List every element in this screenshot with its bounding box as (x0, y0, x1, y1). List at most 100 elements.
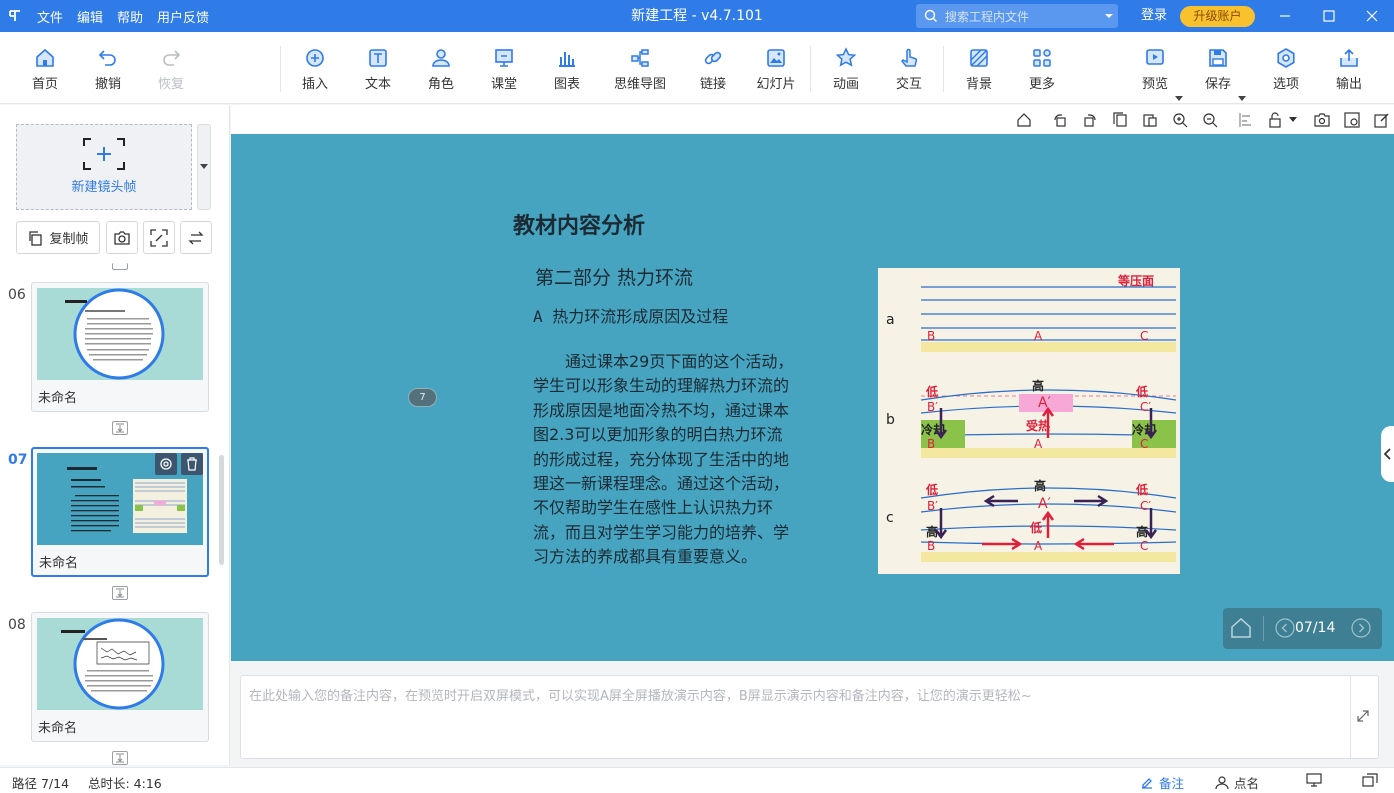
grid-icon (1033, 49, 1051, 67)
expand-icon[interactable] (1356, 709, 1370, 723)
classroom-icon (495, 49, 513, 67)
paste-icon[interactable] (1141, 111, 1159, 129)
slide-subtitle[interactable]: 第二部分 热力环流 (535, 263, 693, 290)
edit-icon[interactable] (1373, 111, 1391, 129)
options-button[interactable]: 选项 (1256, 46, 1316, 92)
animation-button[interactable]: 动画 (816, 46, 876, 92)
slide-number: 06 (8, 287, 26, 303)
switch-order-button[interactable] (180, 221, 212, 254)
slide-thumbnail-07-active[interactable]: 未命名 (31, 447, 209, 577)
background-button[interactable]: 背景 (949, 46, 1009, 92)
play-icon (1146, 49, 1164, 65)
save-chevron-down-icon[interactable] (1238, 96, 1246, 102)
menu-file[interactable]: 文件 (30, 7, 70, 26)
redo-button[interactable]: 恢复 (141, 46, 201, 92)
maximize-button[interactable] (1314, 0, 1344, 32)
interact-label: 交互 (895, 77, 922, 92)
home-view-icon[interactable] (1015, 111, 1033, 129)
point-label: C (1140, 539, 1148, 553)
expand-right-panel-button[interactable] (1381, 426, 1394, 482)
prev-icon[interactable] (1275, 618, 1295, 638)
point-label: B (927, 437, 935, 451)
chart-button[interactable]: 图表 (537, 46, 597, 92)
home-icon (36, 48, 54, 67)
nav-divider (1263, 616, 1264, 641)
menu-edit[interactable]: 编辑 (70, 7, 110, 26)
zoom-out-icon[interactable] (1201, 111, 1219, 129)
playback-nav: 07/14 (1223, 608, 1382, 649)
text-button[interactable]: 文本 (348, 46, 408, 92)
menu-feedback[interactable]: 用户反馈 (150, 7, 216, 26)
new-frame-dropdown[interactable] (197, 124, 211, 210)
close-button[interactable] (1357, 0, 1387, 32)
slide-section-heading[interactable]: A 热力环流形成原因及过程 (533, 303, 728, 327)
transition-icon[interactable] (112, 751, 128, 765)
delete-frame-button[interactable] (181, 453, 203, 475)
notes-input[interactable]: 在此处输入您的备注内容，在预览时开启双屏模式，可以实现A屏全屏播放演示内容，B屏… (240, 675, 1379, 759)
path-marker[interactable]: 7 (408, 388, 437, 407)
copy-frame-button[interactable]: 复制帧 (16, 221, 100, 254)
project-search-input[interactable]: 搜索工程内文件 (916, 4, 1118, 28)
slide-thumbnail-06[interactable]: 未命名 (31, 282, 209, 412)
chevron-down-icon[interactable] (1100, 9, 1118, 23)
frame-list-scrollbar[interactable] (219, 455, 224, 565)
frame-settings-button[interactable] (155, 453, 177, 475)
screenshot-icon[interactable] (1313, 111, 1331, 129)
slide-name: 未命名 (39, 556, 79, 571)
interact-button[interactable]: 交互 (879, 46, 939, 92)
edit-icon (1142, 777, 1152, 789)
rotate-right-icon[interactable] (1081, 111, 1099, 129)
preview-chevron-down-icon[interactable] (1175, 96, 1183, 102)
transition-icon[interactable] (112, 586, 128, 600)
frame-crop-button[interactable] (143, 221, 175, 254)
slideshow-button[interactable]: 幻灯片 (746, 46, 806, 92)
high-label: 高 (1034, 478, 1046, 493)
new-frame-button[interactable]: 新建镜头帧 (16, 124, 192, 210)
preview-button[interactable]: 预览 (1125, 46, 1185, 92)
lock-dropdown-icon[interactable] (1284, 111, 1302, 129)
menu-help[interactable]: 帮助 (110, 7, 150, 26)
export-button[interactable]: 输出 (1319, 46, 1379, 92)
transition-icon[interactable] (112, 263, 128, 270)
slide-name: 未命名 (38, 721, 78, 736)
login-link[interactable]: 登录 (1141, 0, 1167, 32)
next-icon[interactable] (1351, 618, 1371, 638)
link-button[interactable]: 链接 (683, 46, 743, 92)
transition-icon[interactable] (112, 421, 128, 435)
snapshot-button[interactable] (106, 221, 138, 254)
more-button[interactable]: 更多 (1012, 46, 1072, 92)
image-settings-icon[interactable] (1343, 111, 1361, 129)
home-icon[interactable] (1230, 618, 1252, 638)
slide-body-text[interactable]: 通过课本29页下面的这个活动，学生可以形象生动的理解热力环流的形成原因是地面冷热… (533, 350, 795, 570)
save-button[interactable]: 保存 (1188, 46, 1248, 92)
add-frame-icon (83, 138, 125, 170)
image-icon (767, 49, 785, 67)
path-status: 路径 7/14 (12, 776, 70, 791)
align-left-icon[interactable] (1237, 111, 1255, 129)
undo-button[interactable]: 撤销 (78, 46, 138, 92)
classroom-button[interactable]: 课堂 (474, 46, 534, 92)
screen-icon[interactable] (1306, 773, 1322, 787)
notes-toggle-button[interactable]: 备注 (1140, 773, 1184, 792)
slide-title[interactable]: 教材内容分析 (513, 208, 645, 240)
mindmap-button[interactable]: 思维导图 (605, 46, 675, 92)
rollcall-button[interactable]: 点名 (1215, 773, 1259, 792)
rotate-left-icon[interactable] (1051, 111, 1069, 129)
text-label: 文本 (364, 77, 391, 92)
slide-canvas[interactable]: 教材内容分析 第二部分 热力环流 A 热力环流形成原因及过程 通过课本29页下面… (231, 134, 1394, 661)
upgrade-account-button[interactable]: 升级账户 (1180, 6, 1255, 27)
zoom-in-icon[interactable] (1171, 111, 1189, 129)
point-label: B′ (927, 499, 938, 513)
thermal-circulation-figure[interactable]: 等压面 a B A C b 高 低 低 B′ A′ C′ 冷却 冷却 受热 B … (878, 268, 1180, 574)
mindmap-label: 思维导图 (613, 77, 666, 92)
home-button[interactable]: 首页 (15, 46, 75, 92)
insert-button[interactable]: 插入 (285, 46, 345, 92)
duplicate-icon[interactable] (1111, 111, 1129, 129)
role-button[interactable]: 角色 (411, 46, 471, 92)
animation-label: 动画 (832, 77, 859, 92)
minimize-button[interactable] (1270, 0, 1300, 32)
lock-icon[interactable] (1267, 111, 1285, 129)
window-mode-icon[interactable] (1362, 773, 1378, 787)
app-logo-icon[interactable] (0, 0, 30, 32)
slide-thumbnail-08[interactable]: 未命名 (31, 612, 209, 742)
